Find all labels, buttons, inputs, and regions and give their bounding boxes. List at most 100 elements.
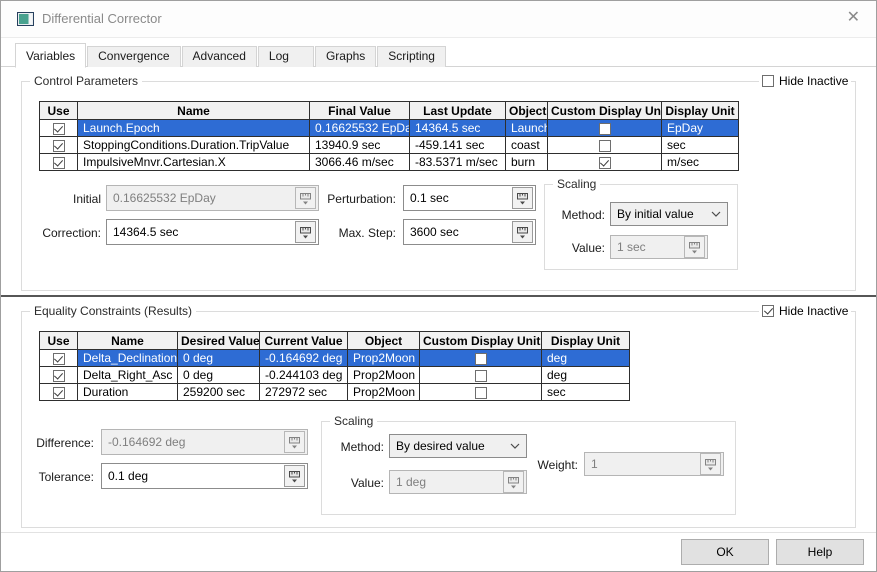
column-header[interactable]: Final Value — [310, 102, 410, 120]
name-cell[interactable]: Duration — [78, 384, 178, 401]
use-checkbox[interactable] — [53, 387, 65, 399]
custom-unit-checkbox[interactable] — [475, 353, 487, 365]
column-header[interactable]: Desired Value — [178, 332, 260, 350]
initial-field[interactable]: 0.16625532 EpDay — [106, 185, 319, 211]
table-row[interactable]: StoppingConditions.Duration.TripValue139… — [40, 137, 739, 154]
column-header[interactable]: Custom Display Unit — [420, 332, 542, 350]
custom-unit-checkbox[interactable] — [599, 140, 611, 152]
custom-unit-checkbox[interactable] — [475, 387, 487, 399]
display-unit-cell[interactable]: deg — [542, 367, 630, 384]
tolerance-field[interactable]: 0.1 deg — [101, 463, 308, 489]
final-value-cell[interactable]: 13940.9 sec — [310, 137, 410, 154]
perturbation-field[interactable]: 0.1 sec — [403, 185, 536, 211]
control-parameters-table[interactable]: UseNameFinal ValueLast UpdateObjectCusto… — [39, 101, 739, 171]
table-row[interactable]: Delta_Declination0 deg-0.164692 degProp2… — [40, 350, 630, 367]
scaling-method-dropdown[interactable]: By desired value — [389, 434, 527, 458]
use-checkbox[interactable] — [53, 157, 65, 169]
column-header[interactable]: Last Update — [410, 102, 506, 120]
column-header[interactable]: Display Unit — [662, 102, 739, 120]
table-row[interactable]: Launch.Epoch0.16625532 EpDay14364.5 secL… — [40, 120, 739, 137]
custom-unit-cell — [548, 120, 662, 137]
object-cell[interactable]: coast — [506, 137, 548, 154]
table-row[interactable]: Duration259200 sec272972 secProp2Moon sec — [40, 384, 630, 401]
object-cell[interactable]: Prop2Moon — [348, 384, 420, 401]
custom-unit-checkbox[interactable] — [599, 157, 611, 169]
name-cell[interactable]: Delta_Declination — [78, 350, 178, 367]
column-header[interactable]: Name — [78, 332, 178, 350]
use-checkbox[interactable] — [53, 140, 65, 152]
custom-unit-checkbox[interactable] — [599, 123, 611, 135]
name-cell[interactable]: Launch.Epoch — [78, 120, 310, 137]
last-update-cell[interactable]: 14364.5 sec — [410, 120, 506, 137]
display-unit-cell[interactable]: sec — [662, 137, 739, 154]
unit-picker-button[interactable] — [512, 187, 533, 209]
hide-inactive-equality[interactable]: Hide Inactive — [759, 304, 851, 318]
display-unit-cell[interactable]: sec — [542, 384, 630, 401]
column-header[interactable]: Use — [40, 332, 78, 350]
use-checkbox[interactable] — [53, 370, 65, 382]
custom-unit-checkbox[interactable] — [475, 370, 487, 382]
custom-unit-cell — [420, 367, 542, 384]
scaling-weight-field[interactable]: 1 — [584, 452, 724, 476]
final-value-cell[interactable]: 3066.46 m/sec — [310, 154, 410, 171]
equality-constraints-table[interactable]: UseNameDesired ValueCurrent ValueObjectC… — [39, 331, 630, 401]
hide-inactive-checkbox[interactable] — [762, 75, 774, 87]
object-cell[interactable]: Launch — [506, 120, 548, 137]
column-header[interactable]: Display Unit — [542, 332, 630, 350]
current-value-cell[interactable]: -0.244103 deg — [260, 367, 348, 384]
desired-value-cell[interactable]: 0 deg — [178, 367, 260, 384]
tab-scripting[interactable]: Scripting — [377, 46, 446, 67]
correction-field[interactable]: 14364.5 sec — [106, 219, 319, 245]
last-update-cell[interactable]: -459.141 sec — [410, 137, 506, 154]
close-icon[interactable]: ✕ — [847, 8, 860, 28]
display-unit-cell[interactable]: EpDay — [662, 120, 739, 137]
use-checkbox[interactable] — [53, 353, 65, 365]
scaling-value-field[interactable]: 1 sec — [610, 235, 708, 259]
final-value-cell[interactable]: 0.16625532 EpDay — [310, 120, 410, 137]
pane-divider[interactable] — [1, 295, 876, 297]
scaling-method-dropdown[interactable]: By initial value — [610, 202, 728, 226]
unit-picker-button[interactable] — [284, 465, 305, 487]
hide-inactive-checkbox[interactable] — [762, 305, 774, 317]
unit-picker-button[interactable] — [684, 236, 705, 258]
object-cell[interactable]: Prop2Moon — [348, 350, 420, 367]
name-cell[interactable]: Delta_Right_Asc — [78, 367, 178, 384]
hide-inactive-control[interactable]: Hide Inactive — [759, 74, 851, 88]
table-row[interactable]: Delta_Right_Asc0 deg-0.244103 degProp2Mo… — [40, 367, 630, 384]
max-step-field[interactable]: 3600 sec — [403, 219, 536, 245]
display-unit-cell[interactable]: deg — [542, 350, 630, 367]
unit-picker-button[interactable] — [503, 471, 524, 493]
column-header[interactable]: Custom Display Unit — [548, 102, 662, 120]
ok-button[interactable]: OK — [681, 539, 769, 565]
column-header[interactable]: Current Value — [260, 332, 348, 350]
tab-variables[interactable]: Variables — [15, 43, 86, 68]
name-cell[interactable]: ImpulsiveMnvr.Cartesian.X — [78, 154, 310, 171]
column-header[interactable]: Object — [506, 102, 548, 120]
unit-ruler-icon — [507, 476, 520, 489]
column-header[interactable]: Object — [348, 332, 420, 350]
column-header[interactable]: Name — [78, 102, 310, 120]
current-value-cell[interactable]: -0.164692 deg — [260, 350, 348, 367]
object-cell[interactable]: burn — [506, 154, 548, 171]
table-row[interactable]: ImpulsiveMnvr.Cartesian.X3066.46 m/sec-8… — [40, 154, 739, 171]
scaling-value-field[interactable]: 1 deg — [389, 470, 527, 494]
help-button[interactable]: Help — [776, 539, 864, 565]
display-unit-cell[interactable]: m/sec — [662, 154, 739, 171]
unit-picker-button[interactable] — [700, 453, 721, 475]
difference-field[interactable]: -0.164692 deg — [101, 429, 308, 455]
tab-advanced[interactable]: Advanced — [182, 46, 257, 67]
desired-value-cell[interactable]: 0 deg — [178, 350, 260, 367]
unit-picker-button[interactable] — [512, 221, 533, 243]
tab-log[interactable]: Log — [258, 46, 314, 67]
column-header[interactable]: Use — [40, 102, 78, 120]
object-cell[interactable]: Prop2Moon — [348, 367, 420, 384]
use-cell — [40, 137, 78, 154]
use-checkbox[interactable] — [53, 123, 65, 135]
tab-convergence[interactable]: Convergence — [87, 46, 180, 67]
desired-value-cell[interactable]: 259200 sec — [178, 384, 260, 401]
unit-picker-button[interactable] — [284, 431, 305, 453]
tab-graphs[interactable]: Graphs — [315, 46, 376, 67]
name-cell[interactable]: StoppingConditions.Duration.TripValue — [78, 137, 310, 154]
current-value-cell[interactable]: 272972 sec — [260, 384, 348, 401]
last-update-cell[interactable]: -83.5371 m/sec — [410, 154, 506, 171]
